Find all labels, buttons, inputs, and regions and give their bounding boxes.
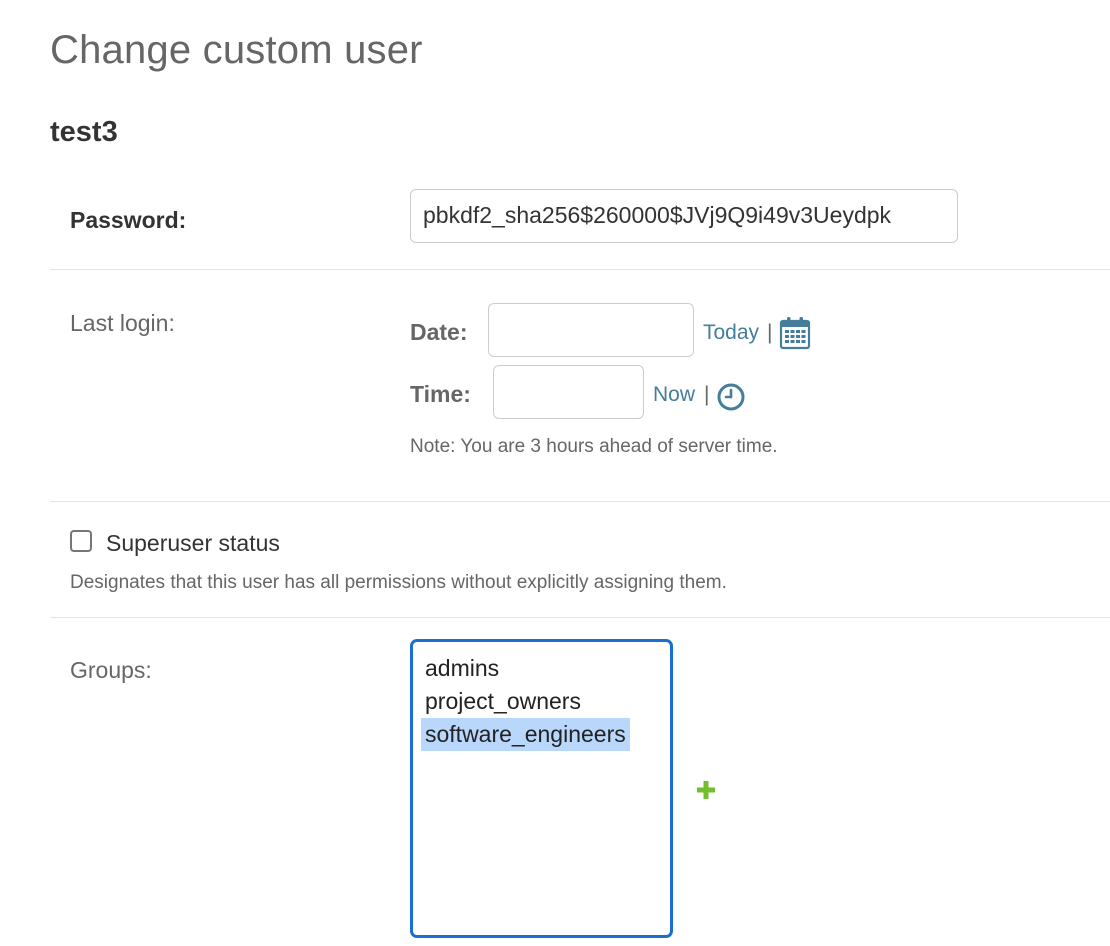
- group-option-project-owners[interactable]: project_owners: [421, 685, 658, 718]
- calendar-icon[interactable]: [779, 316, 811, 350]
- password-field[interactable]: pbkdf2_sha256$260000$JVj9Q9i49v3Ueydpk: [410, 189, 958, 243]
- time-separator: |: [704, 383, 710, 406]
- object-name-heading: test3: [50, 116, 118, 148]
- clock-icon[interactable]: [716, 382, 746, 412]
- now-link[interactable]: Now: [653, 383, 695, 407]
- time-label: Time:: [410, 381, 471, 407]
- superuser-help-text: Designates that this user has all permis…: [70, 572, 727, 593]
- row-divider: [50, 269, 1110, 270]
- last-login-label: Last login:: [70, 310, 175, 336]
- today-link[interactable]: Today: [703, 321, 759, 345]
- date-separator: |: [767, 321, 773, 344]
- groups-label: Groups:: [70, 657, 152, 683]
- row-divider: [50, 617, 1110, 618]
- timezone-note: Note: You are 3 hours ahead of server ti…: [410, 436, 778, 457]
- row-divider: [50, 501, 1110, 502]
- groups-select[interactable]: admins project_owners software_engineers: [410, 639, 673, 938]
- group-option-software-engineers[interactable]: software_engineers: [421, 718, 630, 751]
- add-plus-icon[interactable]: [695, 779, 717, 801]
- superuser-checkbox[interactable]: [70, 530, 92, 552]
- time-input[interactable]: [493, 365, 644, 419]
- page-title: Change custom user: [50, 28, 423, 72]
- date-label: Date:: [410, 319, 468, 345]
- change-user-page: Change custom user test3 Password: pbkdf…: [0, 0, 1110, 946]
- superuser-label[interactable]: Superuser status: [106, 530, 280, 557]
- date-input[interactable]: [488, 303, 694, 357]
- group-option-admins[interactable]: admins: [421, 652, 658, 685]
- password-label: Password:: [70, 207, 187, 233]
